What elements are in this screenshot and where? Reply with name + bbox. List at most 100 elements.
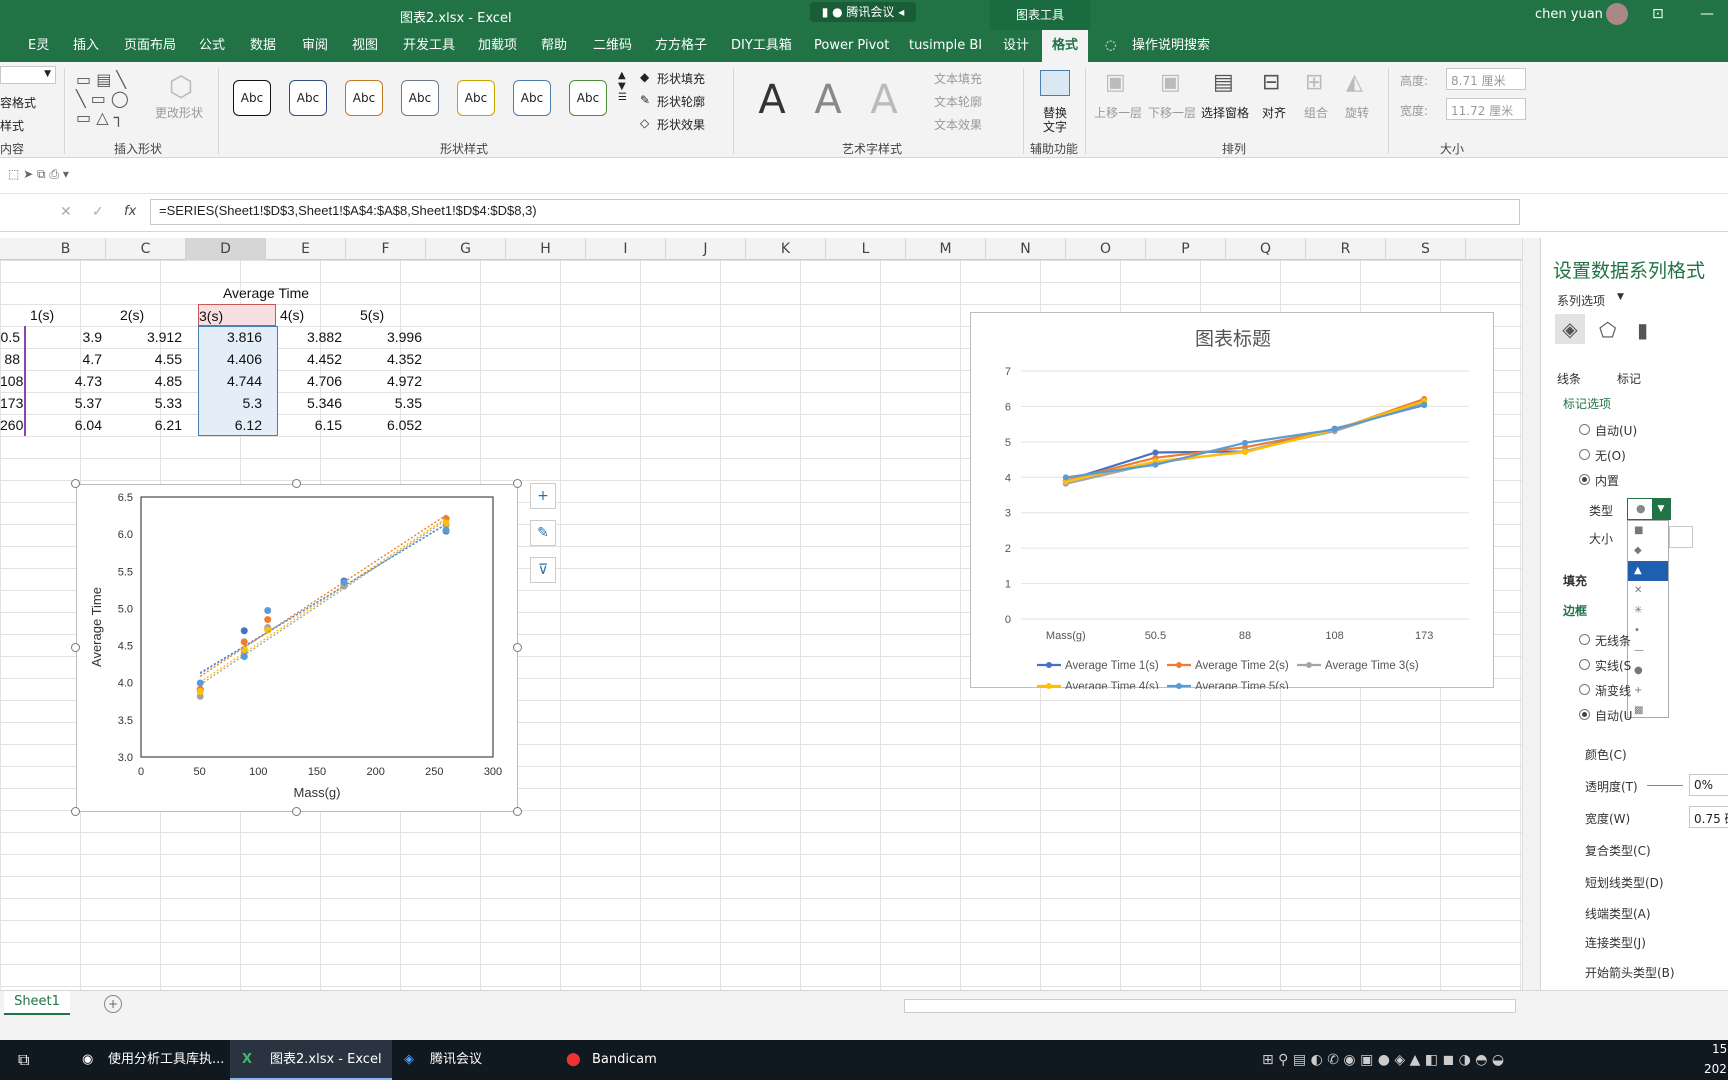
average-time-header[interactable]: Average Time — [186, 282, 346, 304]
shape-style-1[interactable]: Abc — [233, 80, 271, 116]
radio-none[interactable] — [1579, 449, 1590, 460]
marker-option-circle[interactable]: ● — [1628, 661, 1668, 681]
resize-handle[interactable] — [71, 479, 80, 488]
tab-formulas[interactable]: 公式 — [199, 30, 225, 62]
radio-auto-line[interactable] — [1579, 709, 1590, 720]
tab-diy[interactable]: DIY工具箱 — [731, 30, 792, 62]
column-header-l[interactable]: L — [826, 238, 906, 260]
sheet-tab-sheet1[interactable]: Sheet1 — [4, 991, 70, 1015]
shape-style-6[interactable]: Abc — [513, 80, 551, 116]
tab-format[interactable]: 格式 — [1042, 30, 1089, 62]
mass-cell[interactable]: 260 — [0, 414, 26, 436]
chart-styles-button[interactable]: ✎ — [530, 520, 556, 546]
shape-style-7[interactable]: Abc — [569, 80, 607, 116]
wordart-style-1[interactable]: A — [746, 74, 798, 126]
column-header-b[interactable]: B — [26, 238, 106, 260]
shape-effects-button[interactable]: 形状效果 — [657, 116, 705, 133]
cancel-icon[interactable]: ✕ — [60, 204, 72, 220]
transparency-input[interactable]: 0% — [1689, 774, 1728, 796]
insert-function-icon[interactable]: fx — [124, 204, 136, 219]
line-chart[interactable]: 图表标题 0 1 2 3 4 5 6 7 Mass(g) 50.5 88 108 173 Average T… — [970, 312, 1494, 693]
bring-forward-button[interactable]: 上移一层 — [1094, 104, 1142, 121]
begin-arrow-type-label[interactable]: 开始箭头类型(B) — [1585, 964, 1675, 981]
value-cell[interactable]: 5.37 — [26, 392, 106, 414]
resize-handle[interactable] — [71, 807, 80, 816]
marker-option-x[interactable]: ✕ — [1628, 581, 1668, 601]
column-header-r[interactable]: R — [1306, 238, 1386, 260]
gallery-scroll-icon[interactable]: ▲ ▼ ☰ — [618, 70, 627, 103]
resize-handle[interactable] — [513, 807, 522, 816]
marker-option-triangle[interactable]: ▲ — [1628, 561, 1668, 581]
marker-type-select[interactable]: ● ▼ — [1627, 498, 1671, 520]
value-cell[interactable]: 3.816 — [186, 326, 266, 348]
column-header-d[interactable]: D — [186, 238, 266, 260]
value-cell[interactable]: 4.352 — [346, 348, 426, 370]
value-cell[interactable]: 5.33 — [106, 392, 186, 414]
group-button[interactable]: 组合 — [1304, 104, 1328, 121]
tab-insert[interactable]: 插入 — [73, 30, 99, 62]
shape-outline-button[interactable]: 形状轮廓 — [657, 93, 705, 110]
marker-type-dropdown-list[interactable]: ■ ◆ ▲ ✕ ✳ • — ● + ▩ — [1627, 520, 1669, 718]
wordart-style-2[interactable]: A — [802, 74, 854, 126]
shape-style-4[interactable]: Abc — [401, 80, 439, 116]
value-cell[interactable]: 4.406 — [186, 348, 266, 370]
tab-marker[interactable]: 标记 — [1617, 370, 1641, 387]
column-header-s[interactable]: S — [1386, 238, 1466, 260]
select-objects-icon[interactable]: ⬚ ➤ ⧉ ⎙ ▾ — [8, 167, 69, 182]
mass-cell[interactable]: 88 — [0, 348, 26, 370]
rotate-button[interactable]: 旋转 — [1345, 104, 1369, 121]
wordart-style-3[interactable]: A — [858, 74, 910, 126]
change-shape-button[interactable]: 更改形状 — [155, 104, 203, 121]
marker-option-picture[interactable]: ▩ — [1628, 701, 1668, 721]
value-cell[interactable]: 6.12 — [186, 414, 266, 436]
radio-gradient-line[interactable] — [1579, 684, 1590, 695]
value-cell[interactable]: 4.744 — [186, 370, 266, 392]
tab-view[interactable]: 视图 — [352, 30, 378, 62]
system-tray-icons[interactable]: ⊞ ⚲ ▤ ◐ ✆ ◉ ▣ ● ◈ ▲ ◧ ◼ ◑ ◓ ◒ — [1262, 1040, 1504, 1080]
resize-handle[interactable] — [292, 479, 301, 488]
value-cell[interactable]: 4.706 — [266, 370, 346, 392]
join-type-label[interactable]: 连接类型(J) — [1585, 934, 1646, 951]
format-selection-button[interactable]: 容格式 — [0, 94, 36, 111]
height-input[interactable]: 8.71 厘米 — [1446, 68, 1526, 90]
avatar[interactable] — [1606, 3, 1628, 25]
taskbar-item-excel-active[interactable]: X 图表2.xlsx - Excel — [230, 1040, 392, 1080]
shape-style-2[interactable]: Abc — [289, 80, 327, 116]
value-cell[interactable]: 4.972 — [346, 370, 426, 392]
ribbon-display-icon[interactable]: ⊡ — [1652, 6, 1664, 22]
tab-help[interactable]: 帮助 — [541, 30, 567, 62]
value-cell[interactable]: 6.04 — [26, 414, 106, 436]
clock-date[interactable]: 202 — [1704, 1062, 1727, 1076]
series-options-dropdown[interactable]: 系列选项 — [1557, 292, 1605, 309]
shape-style-3[interactable]: Abc — [345, 80, 383, 116]
scatter-chart[interactable]: 0 50 100 150 200 250 300 3.0 3.5 4.0 4.5 5.0 5.5 6.0 6… — [76, 484, 518, 812]
column-header-q[interactable]: Q — [1226, 238, 1306, 260]
tab-data[interactable]: 数据 — [250, 30, 276, 62]
value-cell[interactable]: 4.85 — [106, 370, 186, 392]
chart-element-select[interactable]: ▼ — [0, 66, 56, 84]
tab-fangfang[interactable]: 方方格子 — [655, 30, 707, 62]
marker-options-header[interactable]: 标记选项 — [1563, 395, 1611, 412]
add-sheet-icon[interactable]: + — [104, 995, 122, 1013]
alt-text-button-line2[interactable]: 文字 — [1043, 118, 1067, 135]
value-cell[interactable]: 6.15 — [266, 414, 346, 436]
series-options-icon[interactable]: ▮ — [1637, 318, 1648, 342]
user-name[interactable]: chen yuan — [1535, 7, 1603, 22]
compound-type-label[interactable]: 复合类型(C) — [1585, 842, 1651, 859]
transparency-slider[interactable] — [1647, 785, 1683, 786]
minimize-button[interactable]: — — [1700, 6, 1714, 22]
tab-review[interactable]: 审阅 — [302, 30, 328, 62]
formula-input[interactable]: =SERIES(Sheet1!$D$3,Sheet1!$A$4:$A$8,She… — [150, 199, 1520, 225]
width-input[interactable]: 11.72 厘米 — [1446, 98, 1526, 120]
border-section-header[interactable]: 边框 — [1563, 602, 1587, 619]
header-2s[interactable]: 2(s) — [120, 304, 186, 326]
resize-handle[interactable] — [292, 807, 301, 816]
value-cell[interactable]: 4.73 — [26, 370, 106, 392]
column-header-h[interactable]: H — [506, 238, 586, 260]
value-cell[interactable]: 4.7 — [26, 348, 106, 370]
selection-pane-button[interactable]: 选择窗格 — [1201, 104, 1249, 121]
marker-option-plus[interactable]: + — [1628, 681, 1668, 701]
column-header-j[interactable]: J — [666, 238, 746, 260]
value-cell[interactable]: 4.55 — [106, 348, 186, 370]
marker-option-star[interactable]: ✳ — [1628, 601, 1668, 621]
